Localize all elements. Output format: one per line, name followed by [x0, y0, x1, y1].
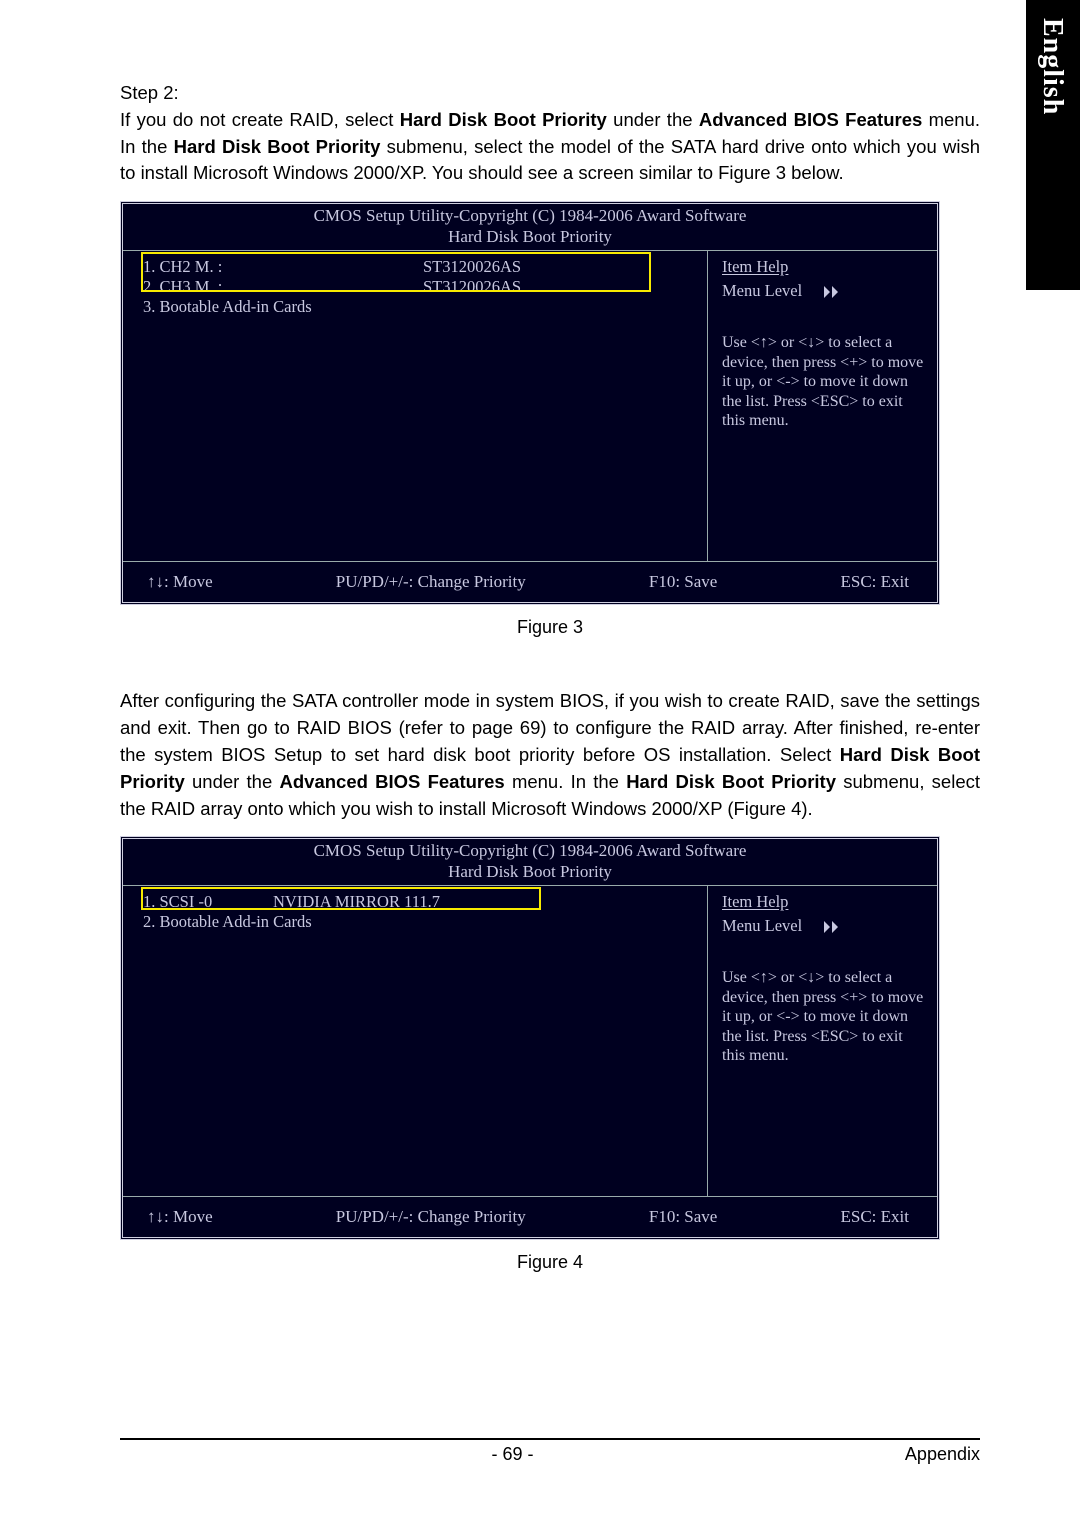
- hint-move: ↑↓: Move: [147, 1207, 213, 1227]
- hint-change: PU/PD/+/-: Change Priority: [336, 572, 526, 592]
- bios-drive-list: 1. SCSI -0 NVIDIA MIRROR 111.7 2. Bootab…: [123, 886, 707, 1196]
- bios-title: CMOS Setup Utility-Copyright (C) 1984-20…: [123, 839, 937, 862]
- bios-main: 1. SCSI -0 NVIDIA MIRROR 111.7 2. Bootab…: [123, 886, 937, 1196]
- figure-caption: Figure 4: [120, 1252, 980, 1273]
- drive-label: 1. CH2 M. :: [143, 257, 423, 277]
- bios-footer-hints: ↑↓: Move PU/PD/+/-: Change Priority F10:…: [123, 1196, 937, 1237]
- step-label: Step 2:: [120, 82, 179, 103]
- p2-b3: Hard Disk Boot Priority: [626, 771, 836, 792]
- p1-b2: Advanced BIOS Features: [699, 109, 922, 130]
- list-item[interactable]: 1. CH2 M. : ST3120026AS: [143, 257, 693, 277]
- side-tab-label: English: [1026, 0, 1078, 133]
- p1-b3: Hard Disk Boot Priority: [174, 136, 381, 157]
- page: English Step 2: If you do not create RAI…: [0, 0, 1080, 1529]
- p1-t2: under the: [607, 109, 699, 130]
- drive-model: [423, 297, 603, 317]
- bios-main: 1. CH2 M. : ST3120026AS 2. CH3 M. : ST31…: [123, 251, 937, 561]
- menu-level: Menu Level: [722, 281, 925, 301]
- double-arrow-icon: [806, 281, 842, 300]
- menu-level: Menu Level: [722, 916, 925, 936]
- bios-screen-figure3: CMOS Setup Utility-Copyright (C) 1984-20…: [120, 201, 940, 605]
- bios-help-text: Use <↑> or <↓> to select a device, then …: [722, 968, 925, 1066]
- bios-subtitle: Hard Disk Boot Priority: [123, 227, 937, 251]
- item-help-header: Item Help: [722, 892, 925, 912]
- hint-change: PU/PD/+/-: Change Priority: [336, 1207, 526, 1227]
- p2-t2: under the: [185, 771, 280, 792]
- hint-move: ↑↓: Move: [147, 572, 213, 592]
- page-section: Appendix: [905, 1444, 980, 1465]
- list-item[interactable]: 1. SCSI -0 NVIDIA MIRROR 111.7: [143, 892, 693, 912]
- p2-t3: menu. In the: [505, 771, 626, 792]
- hint-save: F10: Save: [649, 1207, 717, 1227]
- bios-drive-list: 1. CH2 M. : ST3120026AS 2. CH3 M. : ST31…: [123, 251, 707, 561]
- drive-model: ST3120026AS: [423, 257, 603, 277]
- drive-label: 3. Bootable Add-in Cards: [143, 297, 423, 317]
- bios-help-text: Use <↑> or <↓> to select a device, then …: [722, 333, 925, 431]
- list-item[interactable]: 3. Bootable Add-in Cards: [143, 297, 693, 317]
- drive-model: NVIDIA MIRROR 111.7: [273, 892, 533, 912]
- bios-screen-figure4: CMOS Setup Utility-Copyright (C) 1984-20…: [120, 836, 940, 1240]
- hint-exit: ESC: Exit: [840, 1207, 908, 1227]
- side-tab: English: [1026, 0, 1080, 290]
- hint-exit: ESC: Exit: [840, 572, 908, 592]
- bios-help-panel: Item Help Menu Level Use <↑> or <↓> to s…: [707, 886, 937, 1196]
- drive-label: 1. SCSI -0: [143, 892, 273, 912]
- double-arrow-icon: [806, 916, 842, 935]
- item-help-header: Item Help: [722, 257, 925, 277]
- bios-footer-hints: ↑↓: Move PU/PD/+/-: Change Priority F10:…: [123, 561, 937, 602]
- drive-model: ST3120026AS: [423, 277, 603, 297]
- list-item[interactable]: 2. Bootable Add-in Cards: [143, 912, 693, 932]
- bios-title: CMOS Setup Utility-Copyright (C) 1984-20…: [123, 204, 937, 227]
- paragraph-step2: Step 2: If you do not create RAID, selec…: [120, 80, 980, 187]
- list-item[interactable]: 2. CH3 M. : ST3120026AS: [143, 277, 693, 297]
- figure-caption: Figure 3: [120, 617, 980, 638]
- bios-help-panel: Item Help Menu Level Use <↑> or <↓> to s…: [707, 251, 937, 561]
- drive-label: 2. CH3 M. :: [143, 277, 423, 297]
- drive-label: 2. Bootable Add-in Cards: [143, 912, 423, 932]
- p1-t1: If you do not create RAID, select: [120, 109, 400, 130]
- hint-save: F10: Save: [649, 572, 717, 592]
- paragraph-raid: After configuring the SATA controller mo…: [120, 688, 980, 822]
- page-number: - 69 -: [491, 1444, 533, 1465]
- p1-b1: Hard Disk Boot Priority: [400, 109, 607, 130]
- page-footer: - 69 - Appendix: [120, 1438, 980, 1465]
- p2-b2: Advanced BIOS Features: [280, 771, 505, 792]
- bios-subtitle: Hard Disk Boot Priority: [123, 862, 937, 886]
- menu-level-label: Menu Level: [722, 916, 802, 935]
- menu-level-label: Menu Level: [722, 281, 802, 300]
